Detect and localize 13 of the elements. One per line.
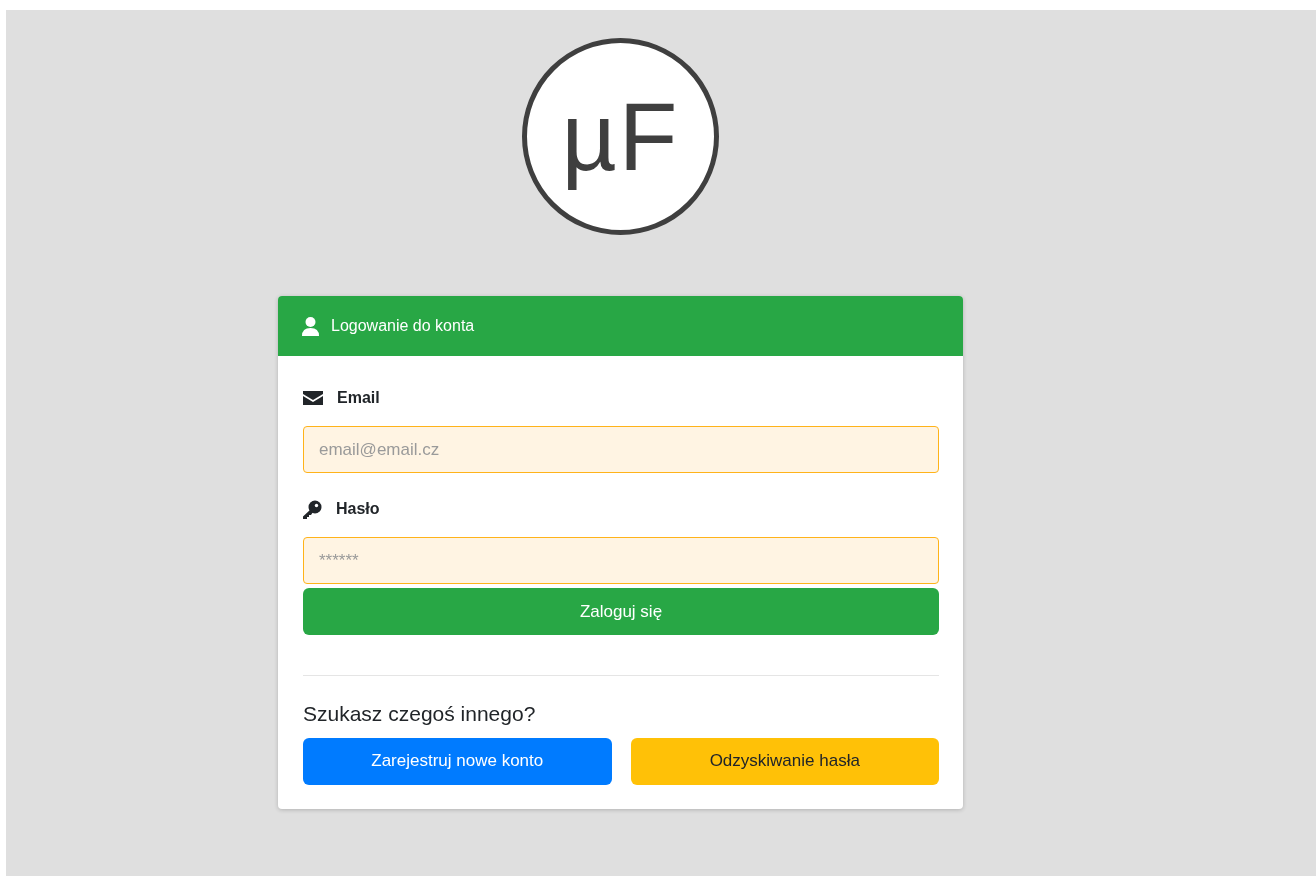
field-label: Hasło <box>336 499 380 519</box>
login-button[interactable]: Zaloguj się <box>303 588 939 635</box>
card-title: Logowanie do konta <box>331 316 475 336</box>
password-field[interactable]: ****** <box>303 537 939 584</box>
email-field[interactable]: email@email.cz <box>303 426 939 473</box>
other-heading: Szukasz czegoś innego? <box>303 701 537 727</box>
key-icon <box>303 499 322 519</box>
recover-password-button[interactable]: Odzyskiwanie hasła <box>630 737 939 785</box>
user-icon <box>302 316 319 336</box>
register-button[interactable]: Zarejestruj nowe konto <box>303 737 612 785</box>
logo: µF <box>522 38 719 235</box>
envelope-icon <box>303 391 323 405</box>
field-label: Email <box>337 388 380 408</box>
